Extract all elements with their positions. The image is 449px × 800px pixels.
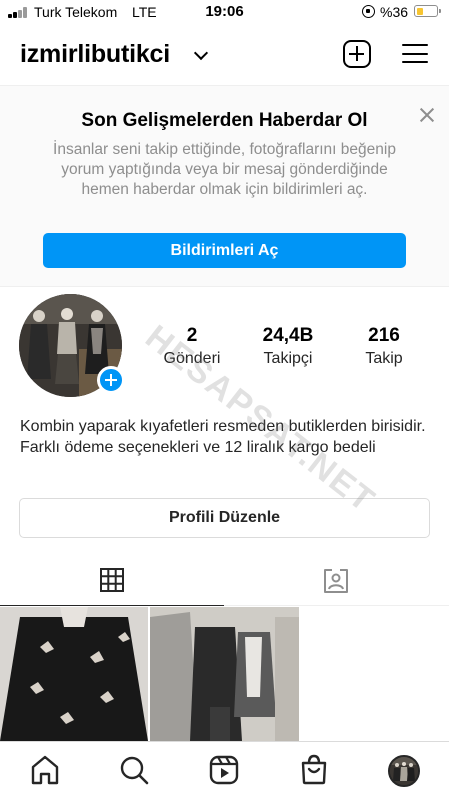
edit-profile-button[interactable]: Profili Düzenle (19, 498, 430, 538)
reels-icon[interactable] (206, 752, 242, 788)
rotation-lock-icon (362, 5, 375, 18)
add-story-button[interactable] (97, 366, 125, 394)
battery-percentage: %36 (380, 4, 409, 20)
home-icon[interactable] (27, 752, 63, 788)
tab-tagged[interactable] (225, 556, 449, 606)
post-thumbnail[interactable] (150, 607, 299, 741)
posts-count: 2 (186, 325, 198, 346)
enable-notifications-button[interactable]: Bildirimleri Aç (43, 233, 406, 268)
menu-button[interactable] (402, 44, 428, 64)
following-label: Takip (365, 350, 403, 367)
tagged-person-icon (324, 569, 348, 593)
followers-count: 24,4B (262, 325, 314, 346)
followers-stat[interactable]: 24,4B Takipçi (243, 325, 333, 368)
profile-bio: Kombin yaparak kıyafetleri resmeden buti… (20, 418, 426, 456)
followers-label: Takipçi (263, 350, 313, 367)
create-post-button[interactable] (343, 40, 371, 68)
battery-level (416, 7, 424, 15)
banner-title: Son Gelişmelerden Haberdar Ol (81, 110, 368, 131)
battery-icon (414, 5, 441, 17)
posts-label: Gönderi (163, 350, 221, 367)
post-thumbnail[interactable] (0, 607, 148, 741)
search-icon[interactable] (116, 752, 152, 788)
tab-posts-grid[interactable] (0, 556, 224, 606)
username[interactable]: izmirlibutikci (20, 40, 170, 69)
status-bar: Turk Telekom LTE 19:06 %36 (0, 0, 449, 24)
profile-header: izmirlibutikci (0, 34, 449, 78)
bottom-navigation (0, 741, 449, 800)
posts-stat[interactable]: 2 Gönderi (147, 325, 237, 368)
grid-icon (100, 568, 124, 592)
profile-tabs (0, 556, 449, 606)
following-count: 216 (368, 325, 400, 346)
profile-avatar-tab[interactable] (388, 755, 420, 787)
following-stat[interactable]: 216 Takip (339, 325, 429, 368)
banner-description: İnsanlar seni takip ettiğinde, fotoğrafl… (53, 141, 396, 198)
notification-banner: Son Gelişmelerden Haberdar Ol İnsanlar s… (0, 85, 449, 287)
shop-icon[interactable] (296, 752, 332, 788)
chevron-down-icon[interactable] (193, 45, 209, 61)
